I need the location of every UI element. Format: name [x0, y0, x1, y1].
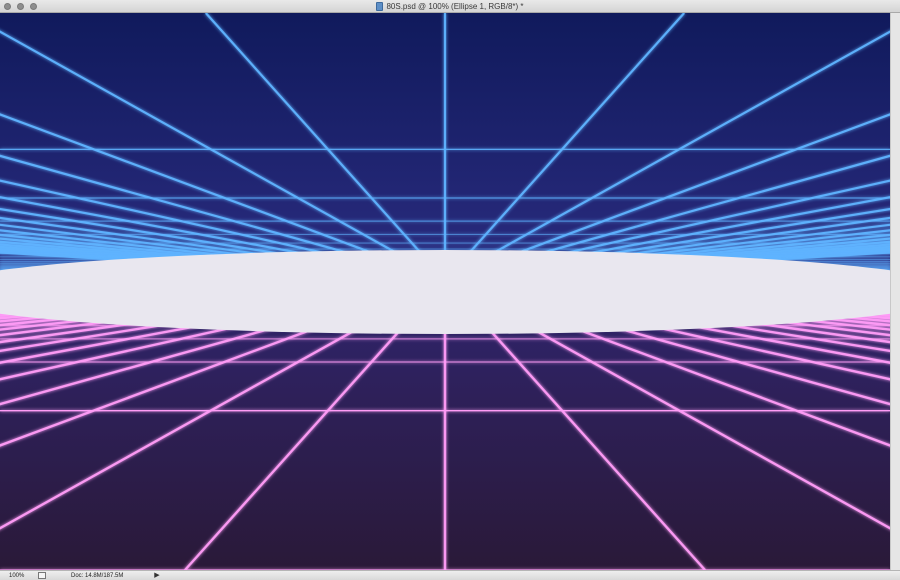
status-bar: 100% Doc: 14.8M/187.5M ▶	[0, 570, 900, 580]
artwork	[0, 13, 890, 570]
title-bar: 80S.psd @ 100% (Ellipse 1, RGB/8*) *	[0, 0, 900, 13]
zoom-level[interactable]: 100%	[9, 572, 24, 580]
export-icon[interactable]	[38, 572, 46, 579]
horizon-ellipse	[0, 250, 890, 334]
doc-size-info: Doc: 14.8M/187.5M	[71, 573, 124, 579]
window-title-group: 80S.psd @ 100% (Ellipse 1, RGB/8*) *	[0, 0, 900, 13]
document-canvas[interactable]	[0, 13, 890, 570]
psd-document-icon[interactable]	[376, 2, 384, 11]
window-title: 80S.psd @ 100% (Ellipse 1, RGB/8*) *	[386, 2, 524, 11]
vertical-scrollbar[interactable]	[890, 13, 900, 570]
triangle-right-icon[interactable]: ▶	[152, 571, 162, 580]
